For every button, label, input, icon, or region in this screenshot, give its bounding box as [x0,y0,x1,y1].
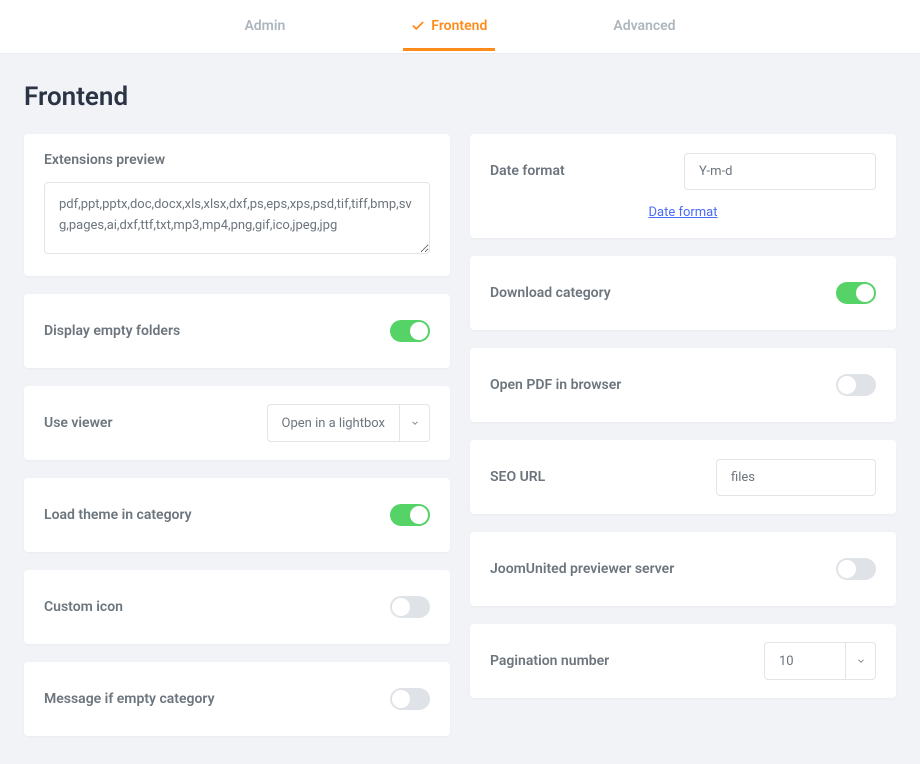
pagination-label: Pagination number [490,653,609,669]
left-column: Extensions preview Display empty folders… [24,134,450,736]
tab-frontend-label: Frontend [431,18,487,34]
page-title: Frontend [24,82,896,112]
tab-admin-label: Admin [244,18,285,34]
card-custom-icon: Custom icon [24,570,450,644]
message-empty-toggle[interactable] [390,688,430,710]
card-load-theme: Load theme in category [24,478,450,552]
card-display-empty-folders: Display empty folders [24,294,450,368]
use-viewer-caret[interactable] [399,405,429,441]
use-viewer-select[interactable]: Open in a lightbox [267,404,430,442]
check-icon [411,19,425,33]
load-theme-toggle[interactable] [390,504,430,526]
card-extensions-preview: Extensions preview [24,134,450,276]
pagination-value: 10 [765,643,845,679]
use-viewer-value: Open in a lightbox [268,405,399,441]
pagination-select[interactable]: 10 [764,642,876,680]
download-category-toggle[interactable] [836,282,876,304]
joomunited-toggle[interactable] [836,558,876,580]
tab-advanced-label: Advanced [613,18,675,34]
card-date-format: Date format Date format [470,134,896,238]
open-pdf-toggle[interactable] [836,374,876,396]
pagination-caret[interactable] [845,643,875,679]
columns: Extensions preview Display empty folders… [24,134,896,736]
card-joomunited: JoomUnited previewer server [470,532,896,606]
seo-url-input[interactable] [716,459,876,496]
page-body: Frontend Extensions preview Display empt… [0,54,920,764]
custom-icon-label: Custom icon [44,599,123,615]
custom-icon-toggle[interactable] [390,596,430,618]
card-open-pdf: Open PDF in browser [470,348,896,422]
card-use-viewer: Use viewer Open in a lightbox [24,386,450,460]
open-pdf-label: Open PDF in browser [490,377,621,393]
load-theme-label: Load theme in category [44,507,192,523]
card-message-empty: Message if empty category [24,662,450,736]
chevron-down-icon [856,656,866,666]
tab-admin[interactable]: Admin [236,2,293,51]
download-category-label: Download category [490,285,611,301]
card-download-category: Download category [470,256,896,330]
display-empty-folders-label: Display empty folders [44,323,180,339]
date-format-link[interactable]: Date format [648,205,717,220]
right-column: Date format Date format Download categor… [470,134,896,736]
date-format-input[interactable] [684,153,876,190]
card-pagination: Pagination number 10 [470,624,896,698]
display-empty-folders-toggle[interactable] [390,320,430,342]
use-viewer-label: Use viewer [44,415,113,431]
tab-frontend[interactable]: Frontend [403,2,495,51]
message-empty-label: Message if empty category [44,691,215,707]
date-format-label: Date format [490,163,565,179]
extensions-preview-textarea[interactable] [44,182,430,254]
chevron-down-icon [410,418,420,428]
extensions-preview-label: Extensions preview [44,152,430,168]
tab-advanced[interactable]: Advanced [605,2,683,51]
tab-bar: Admin Frontend Advanced [0,0,920,54]
joomunited-label: JoomUnited previewer server [490,561,674,577]
seo-url-label: SEO URL [490,469,545,485]
card-seo-url: SEO URL [470,440,896,514]
